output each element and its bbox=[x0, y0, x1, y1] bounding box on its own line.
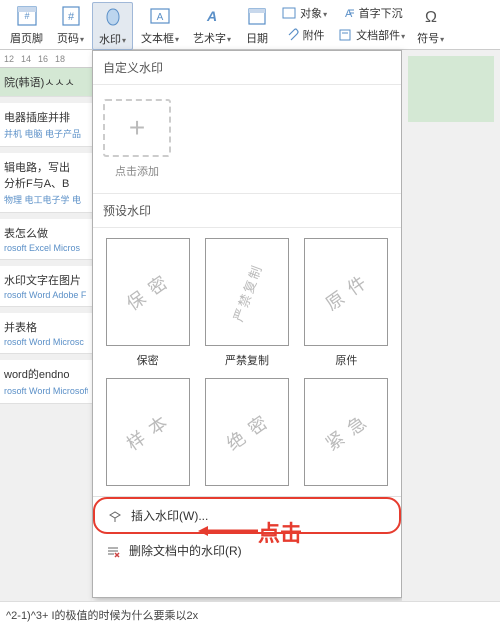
docparts-button[interactable]: 文档部件▾ bbox=[333, 24, 409, 46]
watermark-icon bbox=[101, 5, 125, 29]
textbox-icon: A bbox=[148, 4, 172, 28]
list-item[interactable]: 水印文字在图片rosoft Word Adobe F bbox=[0, 266, 92, 307]
docparts-icon bbox=[337, 27, 353, 43]
attachment-button[interactable]: 附件 bbox=[277, 24, 331, 46]
calendar-icon bbox=[245, 4, 269, 28]
remove-watermark-item[interactable]: 删除文档中的水印(R) bbox=[93, 534, 401, 567]
svg-text:A: A bbox=[206, 8, 217, 24]
svg-text:A: A bbox=[157, 12, 164, 23]
object-icon bbox=[281, 5, 297, 21]
svg-text:#: # bbox=[24, 11, 29, 21]
insert-watermark-icon bbox=[107, 508, 123, 524]
date-label: 日期 bbox=[246, 30, 268, 46]
preset-watermark-header: 预设水印 bbox=[93, 193, 401, 228]
ribbon-toolbar: # 眉页脚 # 页码▾ 水印▾ A 文本框▾ A 艺术字▾ 日期 对象▾ 附件 … bbox=[0, 0, 500, 50]
watermark-dropdown: 自定义水印 + 点击添加 预设水印 保 密保密 严禁复制严禁复制 原 件原件 样… bbox=[92, 50, 402, 598]
dropcap-icon: A bbox=[340, 5, 356, 21]
preset-sample[interactable]: 样 本 bbox=[103, 378, 192, 486]
page-number-label: 页码▾ bbox=[57, 30, 84, 46]
list-item[interactable]: 院(韩语)ㅅㅅㅅ bbox=[0, 68, 92, 97]
right-panel bbox=[402, 50, 500, 628]
textbox-label: 文本框▾ bbox=[141, 30, 179, 46]
custom-watermark-section: + 点击添加 bbox=[93, 85, 401, 193]
header-footer-button[interactable]: # 眉页脚 bbox=[4, 2, 49, 48]
remove-watermark-icon bbox=[105, 543, 121, 559]
list-item[interactable]: 电器插座并排并机 电脑 电子产品 bbox=[0, 103, 92, 147]
wordart-button[interactable]: A 艺术字▾ bbox=[187, 2, 237, 48]
list-item[interactable]: 辑电路，写出分析F与A、B物理 电工电子学 电 bbox=[0, 153, 92, 213]
list-item[interactable]: 表怎么做rosoft Excel Micros bbox=[0, 219, 92, 260]
preset-original[interactable]: 原 件原件 bbox=[302, 238, 391, 368]
preset-urgent[interactable]: 紧 急 bbox=[302, 378, 391, 486]
add-watermark-button[interactable]: + bbox=[103, 99, 171, 157]
wordart-label: 艺术字▾ bbox=[193, 30, 231, 46]
page-number-button[interactable]: # 页码▾ bbox=[51, 2, 90, 48]
header-footer-icon: # bbox=[15, 4, 39, 28]
dropcap-button[interactable]: A 首字下沉 bbox=[333, 2, 409, 24]
wordart-icon: A bbox=[200, 4, 224, 28]
header-footer-label: 眉页脚 bbox=[10, 30, 43, 46]
omega-icon: Ω bbox=[419, 4, 443, 28]
svg-text:#: # bbox=[67, 11, 74, 23]
symbol-button[interactable]: Ω 符号▾ bbox=[411, 2, 450, 48]
watermark-button[interactable]: 水印▾ bbox=[92, 2, 133, 50]
insert-watermark-label: 插入水印(W)... bbox=[131, 507, 208, 524]
dropdown-footer: 插入水印(W)... 删除文档中的水印(R) bbox=[93, 496, 401, 567]
preset-grid: 保 密保密 严禁复制严禁复制 原 件原件 样 本 绝 密 紧 急 bbox=[93, 228, 401, 496]
paperclip-icon bbox=[284, 27, 300, 43]
preset-topsecret[interactable]: 绝 密 bbox=[202, 378, 291, 486]
add-watermark-label: 点击添加 bbox=[103, 163, 171, 179]
custom-watermark-header: 自定义水印 bbox=[93, 51, 401, 85]
svg-text:Ω: Ω bbox=[425, 9, 437, 26]
textbox-button[interactable]: A 文本框▾ bbox=[135, 2, 185, 48]
insert-watermark-item[interactable]: 插入水印(W)... bbox=[93, 497, 401, 534]
page-number-icon: # bbox=[59, 4, 83, 28]
doc-background: 院(韩语)ㅅㅅㅅ 电器插座并排并机 电脑 电子产品 辑电路，写出分析F与A、B物… bbox=[0, 68, 92, 628]
remove-watermark-label: 删除文档中的水印(R) bbox=[129, 542, 242, 559]
date-button[interactable]: 日期 bbox=[239, 2, 275, 48]
list-item[interactable]: word的endnorosoft Word Microsoft Office 办… bbox=[0, 360, 92, 404]
list-item[interactable]: 并表格rosoft Word Microsc bbox=[0, 313, 92, 354]
plus-icon: + bbox=[129, 112, 145, 144]
footer-text: ^2-1)^3+ I的极值的时候为什么要乘以2x bbox=[0, 601, 500, 628]
object-button[interactable]: 对象▾ bbox=[277, 2, 331, 24]
watermark-label: 水印▾ bbox=[99, 31, 126, 47]
preset-confidential[interactable]: 保 密保密 bbox=[103, 238, 192, 368]
preset-nocopy[interactable]: 严禁复制严禁复制 bbox=[202, 238, 291, 368]
